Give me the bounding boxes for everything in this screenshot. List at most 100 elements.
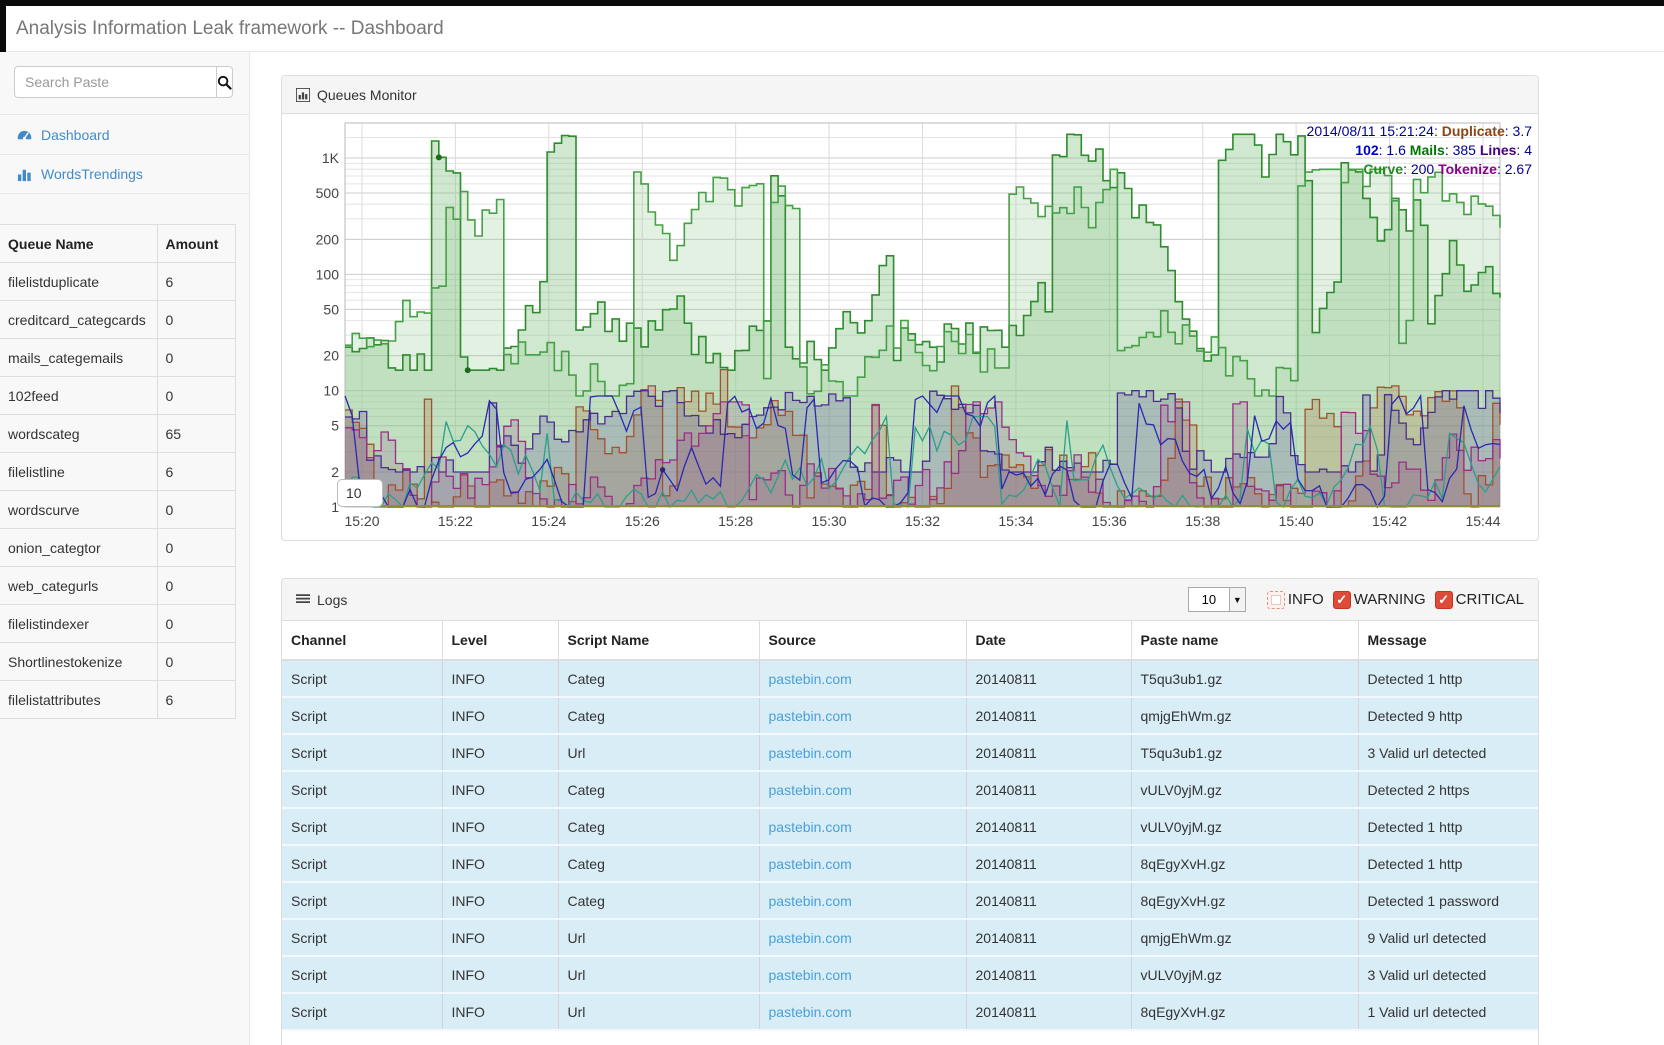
log-cell-level: INFO	[442, 771, 558, 808]
source-link[interactable]: pastebin.com	[769, 819, 852, 835]
svg-text:15:20: 15:20	[344, 513, 379, 529]
queue-table-header-row: Queue Name Amount	[0, 225, 236, 263]
page-title: Analysis Information Leak framework -- D…	[16, 18, 444, 40]
log-cell-script-name: Categ	[558, 697, 759, 734]
log-row: ScriptINFOUrlpastebin.com20140811T5qu3ub…	[282, 734, 1538, 771]
log-row: ScriptINFOCategpastebin.com201408118qEgy…	[282, 882, 1538, 919]
logs-col-header: Source	[759, 621, 966, 660]
log-cell-date: 20140811	[966, 771, 1131, 808]
svg-text:20: 20	[323, 348, 339, 364]
log-cell-paste-name: qmjgEhWm.gz	[1131, 697, 1358, 734]
log-cell-paste-name: T5qu3ub1.gz	[1131, 734, 1358, 771]
svg-text:50: 50	[323, 301, 339, 317]
page-size-select[interactable]: 10 ▼	[1188, 587, 1246, 612]
log-cell-level: INFO	[442, 993, 558, 1030]
log-cell-message: Detected 1 http	[1358, 660, 1538, 697]
log-cell-message: Detected 1 http	[1358, 845, 1538, 882]
log-cell-script-name: Url	[558, 919, 759, 956]
checkbox-checked-icon[interactable]: ✓	[1435, 591, 1453, 609]
log-cell-source: pastebin.com	[759, 697, 966, 734]
search-icon	[217, 75, 232, 90]
svg-text:15:40: 15:40	[1279, 513, 1314, 529]
queue-table: Queue Name Amount filelistduplicate 6 cred…	[0, 224, 236, 719]
log-cell-paste-name: 8qEgyXvH.gz	[1131, 845, 1358, 882]
queue-amount-cell: 6	[157, 453, 236, 491]
log-cell-paste-name: T5qu3ub1.gz	[1131, 660, 1358, 697]
source-link[interactable]: pastebin.com	[769, 856, 852, 872]
log-cell-source: pastebin.com	[759, 771, 966, 808]
search-input[interactable]	[14, 66, 216, 98]
log-cell-date: 20140811	[966, 845, 1131, 882]
queue-row: filelistattributes6	[0, 681, 236, 719]
source-link[interactable]: pastebin.com	[769, 782, 852, 798]
dashboard-page: Analysis Information Leak framework -- D…	[0, 0, 1664, 1045]
log-cell-source: pastebin.com	[759, 734, 966, 771]
checkbox-unchecked-icon[interactable]	[1267, 591, 1285, 609]
filter-critical[interactable]: ✓CRITICAL	[1435, 591, 1524, 609]
log-cell-paste-name: qmjgEhWm.gz	[1131, 919, 1358, 956]
log-cell-message: 9 Valid url detected	[1358, 919, 1538, 956]
log-cell-message: Detected 2 https	[1358, 771, 1538, 808]
queue-amount-cell: 0	[157, 567, 236, 605]
queue-name-cell: filelistduplicate	[0, 263, 157, 301]
filter-info[interactable]: INFO	[1267, 591, 1324, 609]
source-link[interactable]: pastebin.com	[769, 893, 852, 909]
filter-label: INFO	[1288, 591, 1324, 608]
logs-controls: 10 ▼ INFO ✓WARNING ✓CRITICAL	[1188, 587, 1524, 612]
log-cell-channel: Script	[282, 882, 442, 919]
svg-text:15:26: 15:26	[625, 513, 660, 529]
log-row: ScriptINFOCategpastebin.com201408118qEgy…	[282, 845, 1538, 882]
queue-name-cell: web_categurls	[0, 567, 157, 605]
source-link[interactable]: pastebin.com	[769, 1004, 852, 1020]
queue-amount-cell: 65	[157, 415, 236, 453]
log-cell-source: pastebin.com	[759, 882, 966, 919]
queue-row: onion_categtor0	[0, 529, 236, 567]
queue-name-cell: onion_categtor	[0, 529, 157, 567]
log-level-filters: INFO ✓WARNING ✓CRITICAL	[1258, 591, 1524, 609]
log-cell-level: INFO	[442, 697, 558, 734]
queue-name-cell: creditcard_categcards	[0, 301, 157, 339]
source-link[interactable]: pastebin.com	[769, 671, 852, 687]
filter-warning[interactable]: ✓WARNING	[1333, 591, 1426, 609]
log-cell-channel: Script	[282, 956, 442, 993]
source-link[interactable]: pastebin.com	[769, 930, 852, 946]
log-cell-date: 20140811	[966, 808, 1131, 845]
sidebar: Dashboard WordsTrendings Queue Name Amou…	[0, 52, 250, 1045]
logs-title: Logs	[317, 592, 347, 608]
source-link[interactable]: pastebin.com	[769, 708, 852, 724]
sidebar-item-dashboard[interactable]: Dashboard	[0, 114, 250, 154]
log-row: ScriptINFOCategpastebin.com20140811vULV0…	[282, 771, 1538, 808]
log-cell-script-name: Url	[558, 734, 759, 771]
log-cell-paste-name: 8qEgyXvH.gz	[1131, 882, 1358, 919]
log-cell-message: Detected 1 http	[1358, 808, 1538, 845]
log-cell-channel: Script	[282, 660, 442, 697]
queue-name-cell: mails_categemails	[0, 339, 157, 377]
queue-name-cell: filelistattributes	[0, 681, 157, 719]
log-cell-channel: Script	[282, 697, 442, 734]
checkbox-checked-icon[interactable]: ✓	[1333, 591, 1351, 609]
chart-tooltip: 10	[337, 479, 383, 507]
log-cell-script-name: Url	[558, 956, 759, 993]
search-button[interactable]	[216, 66, 233, 98]
sidebar-item-wordstrendings[interactable]: WordsTrendings	[0, 154, 250, 194]
svg-text:15:32: 15:32	[905, 513, 940, 529]
svg-text:2: 2	[331, 464, 339, 480]
queue-amount-cell: 0	[157, 605, 236, 643]
queues-monitor-title: Queues Monitor	[317, 87, 417, 103]
log-cell-script-name: Url	[558, 993, 759, 1030]
svg-text:15:38: 15:38	[1185, 513, 1220, 529]
log-cell-channel: Script	[282, 808, 442, 845]
list-lines-icon	[296, 593, 310, 606]
source-link[interactable]: pastebin.com	[769, 967, 852, 983]
sidebar-nav: Dashboard WordsTrendings	[0, 114, 250, 194]
source-link[interactable]: pastebin.com	[769, 745, 852, 761]
log-cell-level: INFO	[442, 845, 558, 882]
log-cell-channel: Script	[282, 993, 442, 1030]
queue-row: filelistindexer0	[0, 605, 236, 643]
log-cell-date: 20140811	[966, 993, 1131, 1030]
queue-row: web_categurls0	[0, 567, 236, 605]
log-cell-date: 20140811	[966, 734, 1131, 771]
logs-col-header: Message	[1358, 621, 1538, 660]
log-cell-script-name: Categ	[558, 660, 759, 697]
queues-chart[interactable]: 15:2015:2215:2415:2615:2815:3015:3215:34…	[282, 114, 1538, 541]
